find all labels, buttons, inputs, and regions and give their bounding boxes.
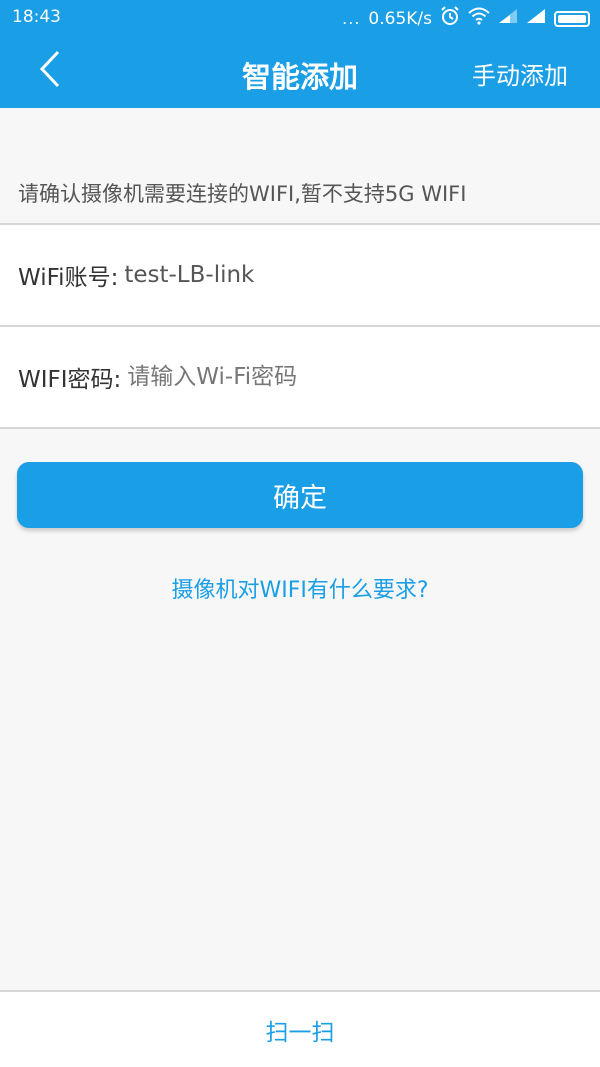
wifi-password-label: WIFI密码: bbox=[18, 367, 122, 393]
alarm-icon bbox=[440, 6, 460, 31]
battery-icon bbox=[554, 10, 590, 27]
network-speed: 0.65K/s bbox=[368, 8, 432, 29]
status-icons: ... 0.65K/s bbox=[342, 6, 590, 31]
status-dots: ... bbox=[342, 9, 361, 28]
scan-button[interactable]: 扫一扫 bbox=[266, 1013, 335, 1047]
signal-icon bbox=[526, 8, 546, 29]
signal-icon bbox=[498, 8, 518, 29]
wifi-password-row[interactable]: WIFI密码: bbox=[0, 327, 600, 427]
app-bar: 智能添加 手动添加 bbox=[0, 34, 600, 108]
status-bar: 18:43 ... 0.65K/s bbox=[0, 0, 600, 34]
divider bbox=[0, 427, 600, 429]
manual-add-button[interactable]: 手动添加 bbox=[472, 56, 568, 91]
wifi-hint-text: 请确认摄像机需要连接的WIFI,暂不支持5G WIFI bbox=[18, 182, 467, 206]
wifi-icon bbox=[468, 7, 490, 30]
confirm-button[interactable]: 确定 bbox=[17, 462, 583, 528]
status-time: 18:43 bbox=[12, 7, 61, 27]
wifi-account-row[interactable]: WiFi账号: test-LB-link bbox=[0, 225, 600, 325]
bottom-bar: 扫一扫 bbox=[0, 990, 600, 1067]
wifi-account-value[interactable]: test-LB-link bbox=[124, 262, 254, 288]
wifi-password-input[interactable] bbox=[127, 364, 508, 390]
wifi-requirements-link[interactable]: 摄像机对WIFI有什么要求? bbox=[0, 572, 600, 604]
wifi-account-label: WiFi账号: bbox=[18, 265, 119, 291]
